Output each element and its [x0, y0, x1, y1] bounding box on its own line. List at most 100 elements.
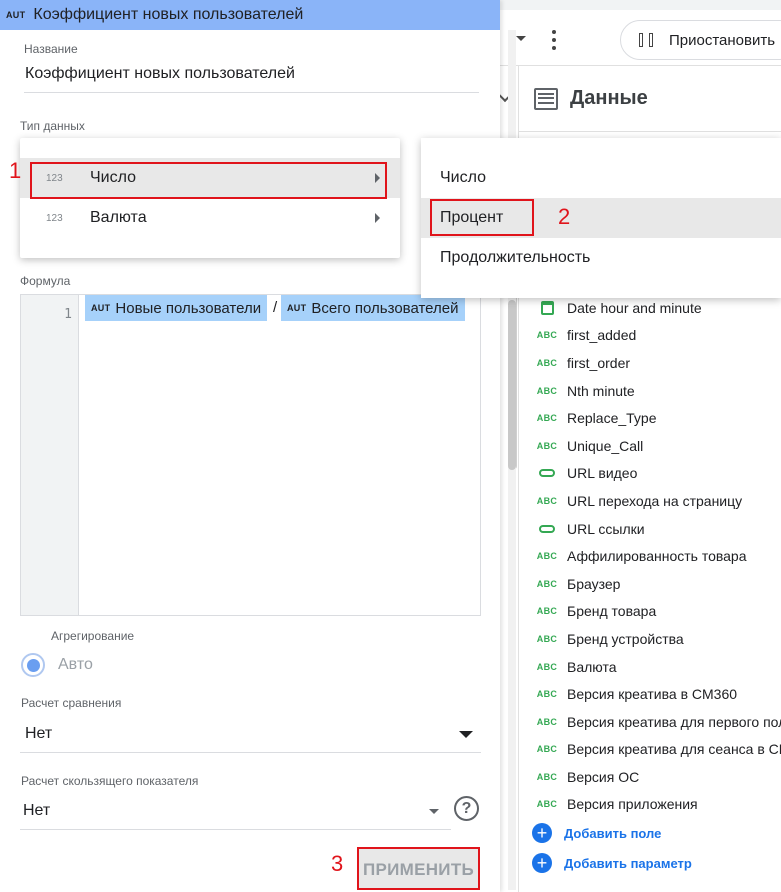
name-field[interactable]: Коэффициент новых пользователей [25, 65, 295, 83]
field-label: Валюта [567, 658, 617, 675]
add-circle-icon: + [532, 823, 552, 844]
field-list-item[interactable]: URL ссылки [530, 515, 781, 543]
link-icon [534, 469, 560, 478]
field-label: Версия приложения [567, 796, 698, 813]
aut-badge: AUT [287, 303, 307, 313]
field-list-item[interactable]: ABC Валюта [530, 653, 781, 681]
running-calc-underline [20, 829, 451, 830]
comparison-label: Расчет сравнения [21, 696, 122, 710]
help-icon[interactable]: ? [454, 796, 479, 821]
add-circle-icon: + [532, 853, 552, 874]
field-label: Версия креатива в CM360 [567, 686, 738, 703]
field-list-item[interactable]: ABC Nth minute [530, 377, 781, 405]
link-icon [534, 524, 560, 533]
chevron-down-icon[interactable] [516, 36, 526, 41]
panel-header-title: Коэффициент новых пользователей [33, 6, 304, 23]
annotation-box-apply [357, 847, 480, 890]
more-vert-icon[interactable] [551, 30, 557, 52]
text-type-icon: ABC [536, 440, 558, 451]
data-panel-header: Данные [519, 66, 781, 132]
field-list-item[interactable]: ABC Версия креатива для сеанса в CM [530, 736, 781, 764]
field-label: Nth minute [567, 382, 635, 399]
add-field-button[interactable]: + Добавить поле [530, 818, 781, 848]
aggregation-radio[interactable] [21, 653, 45, 677]
field-list-item[interactable]: Date hour and minute [530, 294, 781, 322]
panel-header: AUT Коэффициент новых пользователей [0, 0, 500, 30]
add-parameter-button[interactable]: + Добавить параметр [530, 848, 781, 878]
field-list-item[interactable]: ABC Unique_Call [530, 432, 781, 460]
aggregation-value: Авто [58, 656, 93, 673]
submenu-item-duration[interactable]: Продолжительность [421, 238, 781, 278]
formula-chip-total-users[interactable]: AUT Всего пользователей [281, 295, 465, 321]
text-type-icon: ABC [536, 771, 558, 782]
field-label: Бренд устройства [567, 630, 684, 647]
field-label: URL видео [567, 465, 638, 482]
data-panel-title: Данные [570, 87, 648, 109]
add-label: Добавить параметр [564, 855, 692, 871]
panel-scrollbar-thumb[interactable] [508, 300, 516, 470]
running-calc-dropdown[interactable]: Нет [23, 802, 50, 820]
field-list-item[interactable]: ABC Replace_Type [530, 404, 781, 432]
pause-button-label: Приостановить [669, 31, 776, 49]
field-list-item[interactable]: URL видео [530, 460, 781, 488]
formula-gutter: 1 [21, 295, 79, 615]
aut-badge: AUT [91, 303, 111, 313]
field-list-item[interactable]: ABC Бренд устройства [530, 625, 781, 653]
menu-item-currency[interactable]: 123 Валюта [20, 198, 400, 238]
field-list-item[interactable]: ABC Версия креатива для первого пол [530, 708, 781, 736]
field-list-item[interactable]: ABC first_added [530, 322, 781, 350]
field-list-item[interactable]: ABC Версия приложения [530, 791, 781, 819]
field-list-item[interactable]: ABC Браузер [530, 570, 781, 598]
annotation-step-1: 1 [9, 158, 22, 183]
formula-chip-new-users[interactable]: AUT Новые пользователи [85, 295, 268, 321]
field-label: first_order [567, 354, 631, 371]
annotation-box-percent [430, 199, 534, 236]
formula-editor[interactable]: 1 AUT Новые пользователи / AUT Всего пол… [20, 294, 481, 616]
field-list-item[interactable]: ABC URL перехода на страницу [530, 487, 781, 515]
add-label: Добавить поле [564, 825, 662, 841]
background-toolbar-strip [500, 0, 781, 10]
dropdown-arrow-icon[interactable] [459, 731, 473, 738]
text-type-icon: ABC [536, 744, 558, 755]
field-list-item[interactable]: ABC first_order [530, 349, 781, 377]
text-type-icon: ABC [536, 551, 558, 562]
field-label: Версия креатива для сеанса в CM [567, 741, 781, 758]
submenu-item-number[interactable]: Число [421, 158, 781, 198]
text-type-icon: ABC [536, 413, 558, 424]
comparison-underline [20, 752, 481, 753]
aut-badge: AUT [6, 10, 26, 20]
field-list-item[interactable]: ABC Версия ОС [530, 763, 781, 791]
comparison-dropdown[interactable]: Нет [25, 725, 52, 743]
text-type-icon: ABC [536, 716, 558, 727]
calendar-icon [534, 300, 560, 315]
field-label: Браузер [567, 575, 621, 592]
text-type-icon: ABC [536, 661, 558, 672]
name-label: Название [24, 42, 78, 56]
pause-icon [639, 33, 653, 47]
field-list-item[interactable]: ABC Версия креатива в CM360 [530, 680, 781, 708]
field-label: URL перехода на страницу [567, 492, 743, 509]
annotation-box-number [30, 162, 387, 199]
field-editor-panel: AUT Коэффициент новых пользователей Назв… [0, 0, 500, 892]
field-list-item[interactable]: ABC Бренд товара [530, 598, 781, 626]
pause-button[interactable]: Приостановить [620, 20, 781, 60]
menu-item-label: Валюта [90, 209, 147, 226]
field-list-item[interactable]: ABC Аффилированность товара [530, 542, 781, 570]
field-label: Unique_Call [567, 437, 644, 454]
field-label: Версия креатива для первого пол [567, 713, 781, 730]
text-type-icon: ABC [536, 606, 558, 617]
text-type-icon: ABC [536, 799, 558, 810]
formula-label: Формула [20, 274, 71, 288]
number-type-icon: 123 [46, 212, 63, 224]
annotation-step-2: 2 [558, 204, 571, 229]
line-number: 1 [64, 307, 72, 322]
dropdown-arrow-icon[interactable] [429, 809, 439, 814]
formula-chip-label: Всего пользователей [311, 299, 459, 317]
text-type-icon: ABC [536, 689, 558, 700]
field-label: Date hour and minute [567, 299, 702, 316]
text-type-icon: ABC [536, 495, 558, 506]
field-label: URL ссылки [567, 520, 645, 537]
field-label: Бренд товара [567, 603, 657, 620]
field-label: Replace_Type [567, 410, 657, 427]
field-list: Date hour and minute ABC first_added ABC fir… [530, 294, 781, 878]
